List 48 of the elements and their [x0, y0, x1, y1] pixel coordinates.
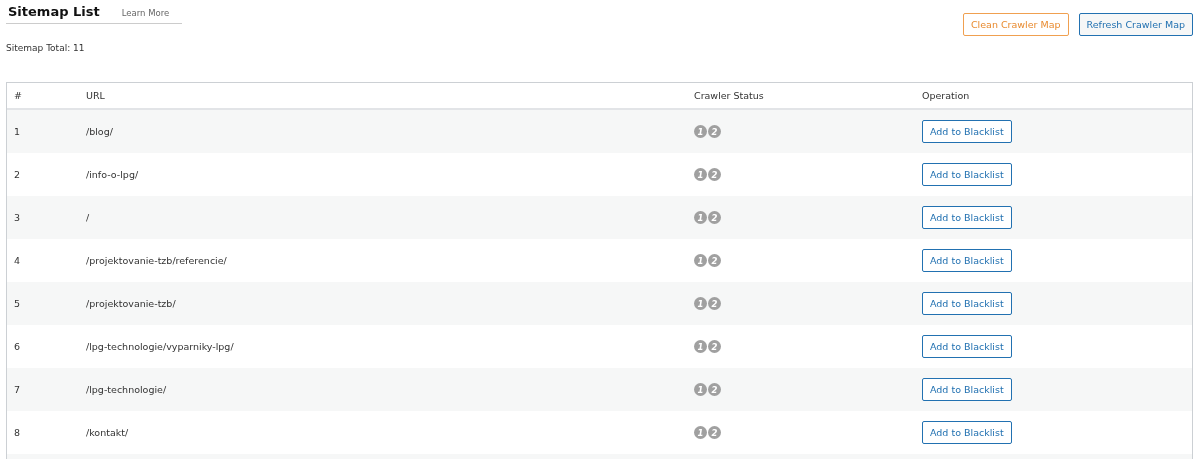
add-to-blacklist-button[interactable]: Add to Blacklist: [922, 292, 1012, 315]
status-badge: 1: [694, 254, 707, 267]
url-cell-text: /info-o-lpg/: [86, 169, 140, 180]
row-number: 5: [13, 298, 22, 309]
status-badge: 2: [708, 426, 721, 439]
status-badge: 2: [708, 297, 721, 310]
status-badge: 2: [708, 211, 721, 224]
row-number: 7: [13, 384, 22, 395]
status-badge: 1: [694, 426, 707, 439]
row-number: 4: [13, 255, 22, 266]
row-number: 1: [13, 126, 22, 137]
url-cell-text: /: [86, 212, 91, 223]
status-badge: 2: [708, 168, 721, 181]
status-badge: 1: [694, 383, 707, 396]
crawler-map-button[interactable]: Refresh Crawler Map: [1078, 13, 1193, 36]
status-badge: 1: [694, 125, 707, 138]
status-badge: 1: [694, 168, 707, 181]
url-cell-text: /lpg-technologie/: [86, 384, 168, 395]
url-cell-text: /lpg-technologie/vyparniky-lpg/: [86, 341, 235, 352]
status-badge: 1: [694, 211, 707, 224]
add-to-blacklist-button[interactable]: Add to Blacklist: [922, 206, 1012, 229]
status-badge: 2: [708, 254, 721, 267]
column-header: Crawler Status: [694, 90, 765, 101]
url-cell-text: /projektovanie-tzb/referencie/: [86, 255, 228, 266]
learn-more-link[interactable]: Learn More: [121, 8, 170, 18]
add-to-blacklist-button[interactable]: Add to Blacklist: [922, 249, 1012, 272]
status-badge: 2: [708, 125, 721, 138]
add-to-blacklist-button[interactable]: Add to Blacklist: [922, 378, 1012, 401]
sitemap-total: Sitemap Total: 11: [6, 43, 86, 53]
add-to-blacklist-button[interactable]: Add to Blacklist: [922, 120, 1012, 143]
column-header: #: [13, 90, 23, 101]
status-badge: 1: [694, 297, 707, 310]
column-header: URL: [86, 90, 106, 101]
row-number: 2: [13, 169, 22, 180]
url-cell-text: /kontakt/: [86, 427, 130, 438]
row-number: 8: [13, 427, 22, 438]
page-title: Sitemap List: [8, 4, 100, 19]
add-to-blacklist-button[interactable]: Add to Blacklist: [922, 421, 1012, 444]
column-header: Operation: [922, 90, 970, 101]
row-number: 3: [13, 212, 22, 223]
status-badge: 2: [708, 340, 721, 353]
row-number: 6: [13, 341, 22, 352]
url-cell-text: /blog/: [86, 126, 114, 137]
add-to-blacklist-button[interactable]: Add to Blacklist: [922, 163, 1012, 186]
status-badge: 2: [708, 383, 721, 396]
add-to-blacklist-button[interactable]: Add to Blacklist: [922, 335, 1012, 358]
status-badge: 1: [694, 340, 707, 353]
url-cell-text: /projektovanie-tzb/: [86, 298, 177, 309]
